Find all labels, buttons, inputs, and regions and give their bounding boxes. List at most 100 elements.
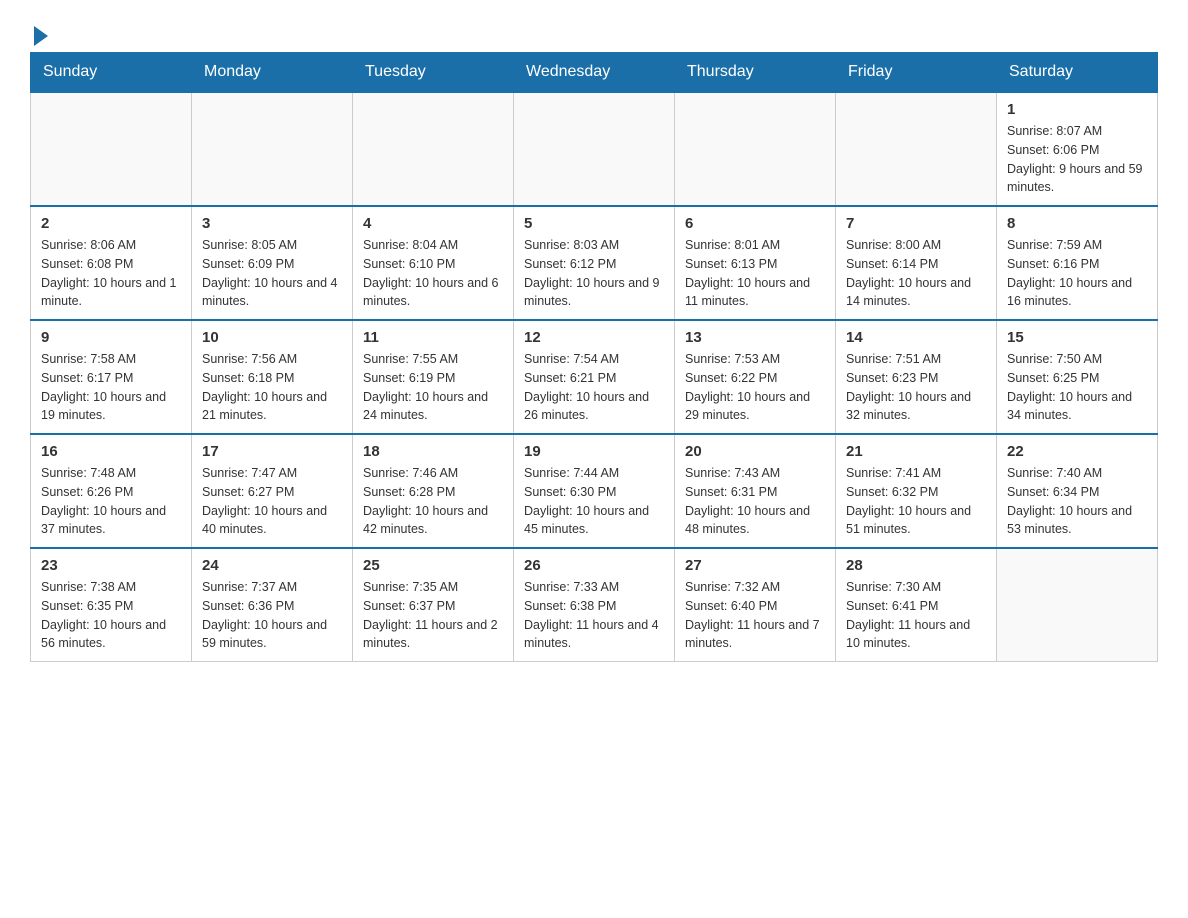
- calendar-cell: [353, 92, 514, 206]
- day-number: 20: [685, 443, 825, 460]
- calendar-cell: 5 Sunrise: 8:03 AM Sunset: 6:12 PM Daylig…: [514, 206, 675, 320]
- calendar-cell: 26 Sunrise: 7:33 AM Sunset: 6:38 PM Dayli…: [514, 548, 675, 662]
- day-info: Sunrise: 8:01 AM Sunset: 6:13 PM Dayligh…: [685, 236, 825, 311]
- calendar-cell: 18 Sunrise: 7:46 AM Sunset: 6:28 PM Dayli…: [353, 434, 514, 548]
- day-number: 27: [685, 557, 825, 574]
- calendar-table: SundayMondayTuesdayWednesdayThursdayFrid…: [30, 52, 1158, 662]
- calendar-cell: 11 Sunrise: 7:55 AM Sunset: 6:19 PM Dayli…: [353, 320, 514, 434]
- day-number: 24: [202, 557, 342, 574]
- day-info: Sunrise: 7:56 AM Sunset: 6:18 PM Dayligh…: [202, 350, 342, 425]
- day-info: Sunrise: 7:32 AM Sunset: 6:40 PM Dayligh…: [685, 578, 825, 653]
- calendar-cell: 23 Sunrise: 7:38 AM Sunset: 6:35 PM Dayli…: [31, 548, 192, 662]
- day-number: 13: [685, 329, 825, 346]
- day-info: Sunrise: 7:30 AM Sunset: 6:41 PM Dayligh…: [846, 578, 986, 653]
- day-number: 7: [846, 215, 986, 232]
- calendar-cell: 28 Sunrise: 7:30 AM Sunset: 6:41 PM Dayli…: [836, 548, 997, 662]
- day-info: Sunrise: 7:58 AM Sunset: 6:17 PM Dayligh…: [41, 350, 181, 425]
- day-info: Sunrise: 7:55 AM Sunset: 6:19 PM Dayligh…: [363, 350, 503, 425]
- day-info: Sunrise: 7:37 AM Sunset: 6:36 PM Dayligh…: [202, 578, 342, 653]
- calendar-cell: 10 Sunrise: 7:56 AM Sunset: 6:18 PM Dayli…: [192, 320, 353, 434]
- calendar-cell: [514, 92, 675, 206]
- day-number: 22: [1007, 443, 1147, 460]
- day-info: Sunrise: 8:06 AM Sunset: 6:08 PM Dayligh…: [41, 236, 181, 311]
- day-info: Sunrise: 7:50 AM Sunset: 6:25 PM Dayligh…: [1007, 350, 1147, 425]
- column-header-tuesday: Tuesday: [353, 53, 514, 93]
- calendar-week-row: 2 Sunrise: 8:06 AM Sunset: 6:08 PM Daylig…: [31, 206, 1158, 320]
- calendar-cell: 2 Sunrise: 8:06 AM Sunset: 6:08 PM Daylig…: [31, 206, 192, 320]
- day-info: Sunrise: 8:07 AM Sunset: 6:06 PM Dayligh…: [1007, 122, 1147, 197]
- calendar-cell: [192, 92, 353, 206]
- calendar-cell: 1 Sunrise: 8:07 AM Sunset: 6:06 PM Daylig…: [997, 92, 1158, 206]
- day-info: Sunrise: 7:48 AM Sunset: 6:26 PM Dayligh…: [41, 464, 181, 539]
- day-number: 25: [363, 557, 503, 574]
- calendar-cell: 8 Sunrise: 7:59 AM Sunset: 6:16 PM Daylig…: [997, 206, 1158, 320]
- logo-arrow-icon: [34, 26, 48, 46]
- day-info: Sunrise: 8:05 AM Sunset: 6:09 PM Dayligh…: [202, 236, 342, 311]
- calendar-cell: 17 Sunrise: 7:47 AM Sunset: 6:27 PM Dayli…: [192, 434, 353, 548]
- day-info: Sunrise: 7:40 AM Sunset: 6:34 PM Dayligh…: [1007, 464, 1147, 539]
- calendar-week-row: 23 Sunrise: 7:38 AM Sunset: 6:35 PM Dayli…: [31, 548, 1158, 662]
- calendar-cell: 3 Sunrise: 8:05 AM Sunset: 6:09 PM Daylig…: [192, 206, 353, 320]
- day-number: 8: [1007, 215, 1147, 232]
- day-info: Sunrise: 8:03 AM Sunset: 6:12 PM Dayligh…: [524, 236, 664, 311]
- day-number: 6: [685, 215, 825, 232]
- calendar-cell: [31, 92, 192, 206]
- day-info: Sunrise: 7:41 AM Sunset: 6:32 PM Dayligh…: [846, 464, 986, 539]
- column-header-sunday: Sunday: [31, 53, 192, 93]
- calendar-cell: 24 Sunrise: 7:37 AM Sunset: 6:36 PM Dayli…: [192, 548, 353, 662]
- day-number: 5: [524, 215, 664, 232]
- day-info: Sunrise: 7:47 AM Sunset: 6:27 PM Dayligh…: [202, 464, 342, 539]
- column-header-saturday: Saturday: [997, 53, 1158, 93]
- calendar-cell: 6 Sunrise: 8:01 AM Sunset: 6:13 PM Daylig…: [675, 206, 836, 320]
- day-info: Sunrise: 7:43 AM Sunset: 6:31 PM Dayligh…: [685, 464, 825, 539]
- day-number: 2: [41, 215, 181, 232]
- day-info: Sunrise: 8:00 AM Sunset: 6:14 PM Dayligh…: [846, 236, 986, 311]
- day-info: Sunrise: 7:33 AM Sunset: 6:38 PM Dayligh…: [524, 578, 664, 653]
- day-info: Sunrise: 8:04 AM Sunset: 6:10 PM Dayligh…: [363, 236, 503, 311]
- day-info: Sunrise: 7:59 AM Sunset: 6:16 PM Dayligh…: [1007, 236, 1147, 311]
- calendar-cell: 25 Sunrise: 7:35 AM Sunset: 6:37 PM Dayli…: [353, 548, 514, 662]
- day-info: Sunrise: 7:46 AM Sunset: 6:28 PM Dayligh…: [363, 464, 503, 539]
- page-header: [30, 20, 1158, 42]
- calendar-cell: 19 Sunrise: 7:44 AM Sunset: 6:30 PM Dayli…: [514, 434, 675, 548]
- day-number: 14: [846, 329, 986, 346]
- calendar-cell: 9Sunrise: 7:58 AM Sunset: 6:17 PM Daylig…: [31, 320, 192, 434]
- calendar-week-row: 16 Sunrise: 7:48 AM Sunset: 6:26 PM Dayli…: [31, 434, 1158, 548]
- calendar-cell: [997, 548, 1158, 662]
- day-number: 18: [363, 443, 503, 460]
- calendar-cell: [675, 92, 836, 206]
- calendar-cell: 22 Sunrise: 7:40 AM Sunset: 6:34 PM Dayli…: [997, 434, 1158, 548]
- calendar-cell: 20 Sunrise: 7:43 AM Sunset: 6:31 PM Dayli…: [675, 434, 836, 548]
- column-header-wednesday: Wednesday: [514, 53, 675, 93]
- day-number: 3: [202, 215, 342, 232]
- day-number: 16: [41, 443, 181, 460]
- day-number: 4: [363, 215, 503, 232]
- day-number: 1: [1007, 101, 1147, 118]
- day-number: 28: [846, 557, 986, 574]
- calendar-cell: 15 Sunrise: 7:50 AM Sunset: 6:25 PM Dayli…: [997, 320, 1158, 434]
- day-info: Sunrise: 7:53 AM Sunset: 6:22 PM Dayligh…: [685, 350, 825, 425]
- calendar-header-row: SundayMondayTuesdayWednesdayThursdayFrid…: [31, 53, 1158, 93]
- day-number: 19: [524, 443, 664, 460]
- day-info: Sunrise: 7:35 AM Sunset: 6:37 PM Dayligh…: [363, 578, 503, 653]
- calendar-cell: 27 Sunrise: 7:32 AM Sunset: 6:40 PM Dayli…: [675, 548, 836, 662]
- day-info: Sunrise: 7:54 AM Sunset: 6:21 PM Dayligh…: [524, 350, 664, 425]
- day-number: 11: [363, 329, 503, 346]
- day-number: 12: [524, 329, 664, 346]
- calendar-cell: [836, 92, 997, 206]
- column-header-monday: Monday: [192, 53, 353, 93]
- calendar-cell: 7 Sunrise: 8:00 AM Sunset: 6:14 PM Daylig…: [836, 206, 997, 320]
- calendar-cell: 16 Sunrise: 7:48 AM Sunset: 6:26 PM Dayli…: [31, 434, 192, 548]
- day-info: Sunrise: 7:44 AM Sunset: 6:30 PM Dayligh…: [524, 464, 664, 539]
- calendar-cell: 4 Sunrise: 8:04 AM Sunset: 6:10 PM Daylig…: [353, 206, 514, 320]
- day-number: 15: [1007, 329, 1147, 346]
- day-number: 26: [524, 557, 664, 574]
- day-number: 10: [202, 329, 342, 346]
- day-number: 17: [202, 443, 342, 460]
- day-info: Sunrise: 7:38 AM Sunset: 6:35 PM Dayligh…: [41, 578, 181, 653]
- calendar-week-row: 9Sunrise: 7:58 AM Sunset: 6:17 PM Daylig…: [31, 320, 1158, 434]
- calendar-cell: 21Sunrise: 7:41 AM Sunset: 6:32 PM Dayli…: [836, 434, 997, 548]
- calendar-cell: 12 Sunrise: 7:54 AM Sunset: 6:21 PM Dayli…: [514, 320, 675, 434]
- column-header-friday: Friday: [836, 53, 997, 93]
- day-number: 23: [41, 557, 181, 574]
